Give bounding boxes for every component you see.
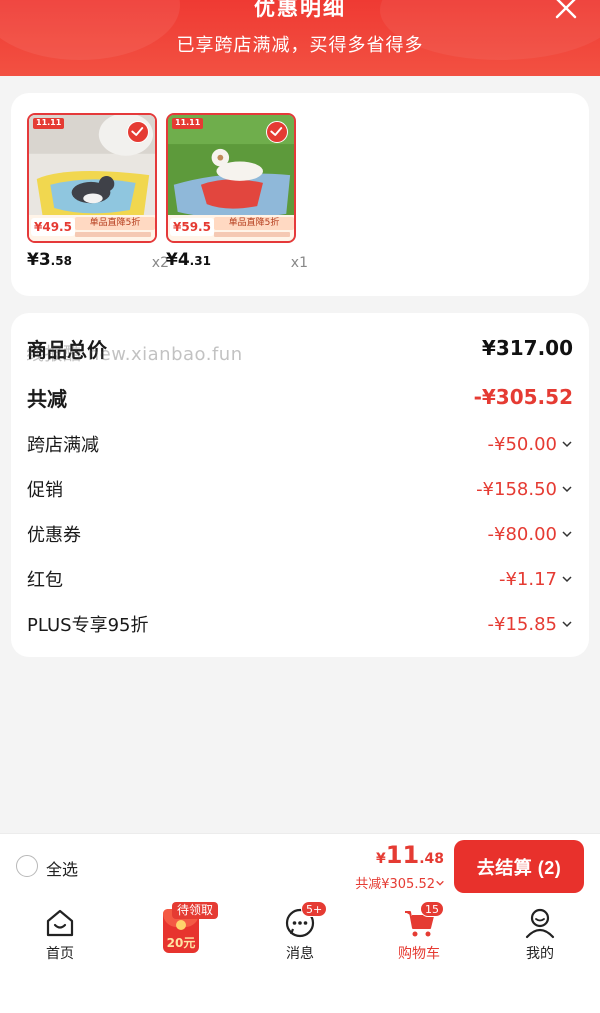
unit-price: ¥3.58 [27, 250, 157, 270]
summary-amount-value: -¥15.85 [487, 613, 557, 635]
summary-amount: -¥1.17 [499, 569, 573, 590]
envelope-badge: 待领取 [172, 902, 219, 919]
close-icon[interactable] [554, 0, 578, 20]
product-thumbnail[interactable]: 11.11 ¥59.5 单品直降5折 [166, 113, 296, 243]
price-int: 11 [385, 841, 420, 869]
summary-row-cross-store[interactable]: 跨店满减 -¥50.00 [27, 424, 573, 464]
unit-price-int: ¥4 [166, 250, 190, 270]
summary-row-plus[interactable]: PLUS专享95折 -¥15.85 [27, 604, 573, 644]
event-badge: 11.11 [33, 118, 65, 129]
product-item[interactable]: 11.11 ¥49.5 单品直降5折 ¥3.58 x2 [27, 113, 169, 271]
summary-amount: -¥305.52 [473, 385, 573, 409]
tag-promo: 单品直降5折 [214, 217, 294, 230]
total-saved[interactable]: 共减¥305.52 [355, 873, 445, 892]
cart-badge: 15 [420, 901, 444, 917]
price-symbol: ¥ [376, 851, 386, 867]
tag-price: ¥49.5 [31, 218, 75, 236]
chevron-down-icon[interactable] [561, 438, 573, 450]
event-badge: 11.11 [172, 118, 204, 129]
summary-amount: -¥50.00 [488, 434, 573, 455]
watermark: 线报酷 new.xianbao.fun [26, 344, 243, 365]
chevron-down-icon[interactable] [561, 528, 573, 540]
select-all-radio[interactable] [16, 855, 38, 877]
chevron-down-icon[interactable] [561, 573, 573, 585]
summary-row-coupon[interactable]: 优惠券 -¥80.00 [27, 514, 573, 554]
chevron-down-icon[interactable] [561, 618, 573, 630]
tag-price: ¥59.5 [170, 218, 214, 236]
cart-icon: 15 [402, 901, 444, 940]
summary-amount: ¥317.00 [481, 336, 573, 360]
summary-amount-value: -¥80.00 [487, 523, 557, 545]
summary-row-promotion[interactable]: 促销 -¥158.50 [27, 469, 573, 509]
select-all-label[interactable]: 全选 [46, 856, 78, 880]
summary-amount: -¥158.50 [476, 479, 573, 500]
unit-price-int: ¥3 [27, 250, 51, 270]
profile-icon [523, 906, 557, 940]
summary-label: PLUS专享95折 [27, 615, 149, 636]
tab-label: 购物车 [398, 946, 440, 962]
products-card: 11.11 ¥49.5 单品直降5折 ¥3.58 x2 11.11 ¥59.5 … [11, 93, 589, 296]
home-icon [43, 906, 77, 940]
summary-label: 促销 [27, 480, 63, 501]
tag-detail [75, 232, 151, 237]
tag-promo: 单品直降5折 [75, 217, 155, 230]
checkmark-icon[interactable] [266, 121, 288, 143]
summary-amount-value: -¥50.00 [487, 433, 557, 455]
unit-price: ¥4.31 [166, 250, 296, 270]
checkmark-icon[interactable] [127, 121, 149, 143]
tab-profile[interactable]: 我的 [500, 906, 580, 963]
tab-label: 我的 [526, 946, 554, 962]
chevron-down-icon[interactable] [561, 483, 573, 495]
checkout-button[interactable]: 去结算 (2) [454, 840, 584, 893]
summary-label: 优惠券 [27, 525, 81, 546]
tab-label: 首页 [46, 946, 74, 962]
summary-label: 共减 [27, 386, 67, 411]
tab-bar: 首页 5+ 消息 15 购物车 我的 [0, 898, 600, 1013]
unit-price-dec: .31 [189, 254, 211, 268]
page-subtitle: 已享跨店满减，买得多省得多 [176, 35, 424, 56]
tab-messages[interactable]: 5+ 消息 [260, 901, 340, 963]
tag-detail [214, 232, 290, 237]
total-price: ¥11.48 [376, 841, 444, 869]
quantity: x1 [290, 255, 308, 271]
summary-amount-value: -¥1.17 [498, 568, 557, 590]
envelope-coin [176, 920, 186, 930]
summary-row-red-packet[interactable]: 红包 -¥1.17 [27, 559, 573, 599]
summary-amount: -¥15.85 [488, 614, 573, 635]
tab-cart[interactable]: 15 购物车 [379, 901, 459, 963]
tab-label: 消息 [286, 946, 314, 962]
summary-row-total-discount: 共减 -¥305.52 [27, 377, 573, 417]
product-item[interactable]: 11.11 ¥59.5 单品直降5折 ¥4.31 x1 [166, 113, 308, 271]
product-thumbnail[interactable]: 11.11 ¥49.5 单品直降5折 [27, 113, 157, 243]
message-badge: 5+ [301, 901, 328, 917]
summary-amount-value: -¥158.50 [476, 478, 557, 500]
total-saved-text: 共减¥305.52 [355, 877, 435, 892]
unit-price-dec: .58 [50, 254, 72, 268]
summary-label: 跨店满减 [27, 435, 99, 456]
tab-home[interactable]: 首页 [20, 906, 100, 963]
price-dec: .48 [419, 851, 444, 867]
promo-price-tag: ¥59.5 单品直降5折 [168, 215, 294, 241]
message-icon: 5+ [283, 901, 328, 940]
checkout-bar: 全选 ¥11.48 共减¥305.52 去结算 (2) [0, 833, 600, 898]
summary-amount: -¥80.00 [488, 524, 573, 545]
envelope-amount: 20元 [166, 936, 196, 950]
summary-label: 红包 [27, 570, 63, 591]
chevron-down-icon[interactable] [435, 878, 445, 888]
header: 优惠明细 已享跨店满减，买得多省得多 [0, 0, 600, 76]
promo-price-tag: ¥49.5 单品直降5折 [29, 215, 155, 241]
page-title: 优惠明细 [254, 0, 346, 20]
